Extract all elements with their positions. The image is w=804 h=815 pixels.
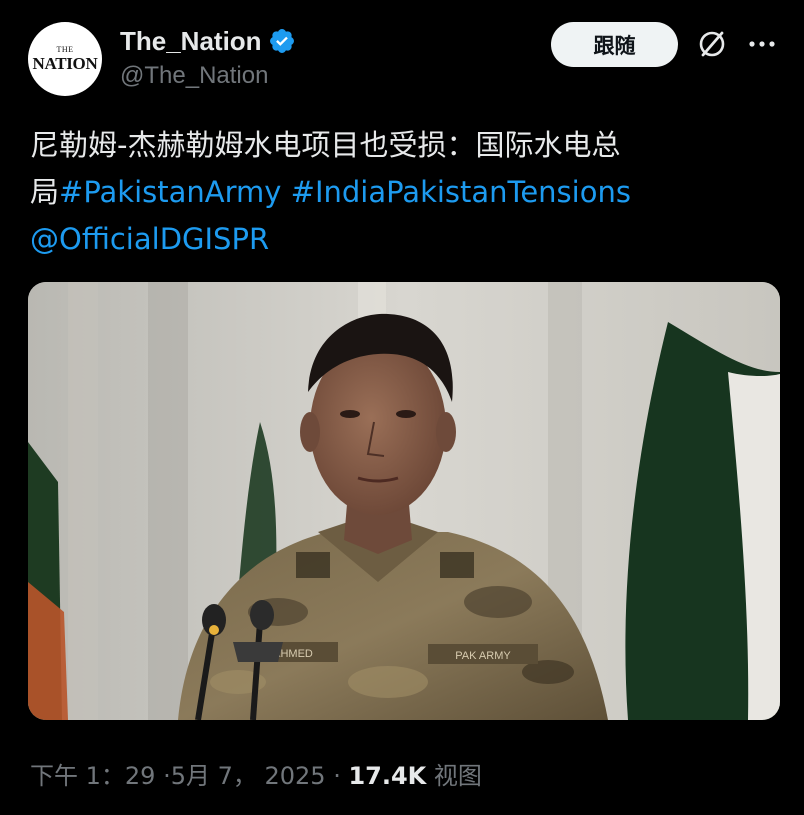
meta-separator: · bbox=[155, 762, 171, 790]
tweet-text-line-1: 尼勒姆-杰赫勒姆水电项目也受损：国际水电总 bbox=[30, 128, 621, 162]
avatar[interactable]: THE NATION bbox=[28, 22, 102, 96]
views-count: 17.4K bbox=[348, 762, 427, 790]
tweet-header: THE NATION The_Nation @The_Nation 跟随 bbox=[0, 0, 804, 110]
name-row: The_Nation bbox=[120, 24, 296, 58]
hashtag-link[interactable]: #IndiaPakistanTensions bbox=[291, 175, 631, 209]
tweet-text-fragment: 局 bbox=[30, 175, 60, 209]
avatar-logo-main: NATION bbox=[32, 53, 98, 73]
tweet-date[interactable]: 5月 7， 2025 bbox=[171, 762, 326, 790]
tweet-text: 尼勒姆-杰赫勒姆水电项目也受损：国际水电总 局#PakistanArmy #In… bbox=[30, 122, 720, 263]
display-name[interactable]: The_Nation bbox=[120, 26, 262, 57]
tweet-time[interactable]: 下午 1：29 bbox=[30, 762, 155, 790]
user-handle[interactable]: @The_Nation bbox=[120, 62, 268, 90]
grok-icon[interactable] bbox=[696, 28, 728, 60]
more-dots-icon[interactable] bbox=[746, 28, 778, 60]
tweet-text-line-2: 局#PakistanArmy #IndiaPakistanTensions bbox=[30, 169, 720, 216]
meta-separator: · bbox=[325, 762, 349, 790]
tweet-meta: 下午 1：29 ·5月 7， 2025 · 17.4K 视图 bbox=[30, 756, 482, 791]
views-label: 视图 bbox=[426, 762, 482, 790]
branch-tape-text: PAK ARMY bbox=[455, 650, 511, 662]
verified-badge-icon bbox=[268, 27, 296, 55]
video-still-image: AHMED PAK ARMY bbox=[28, 282, 780, 720]
tweet-text-line-3: @OfficialDGISPR bbox=[30, 216, 720, 263]
video-media[interactable]: AHMED PAK ARMY bbox=[28, 282, 780, 720]
follow-button[interactable]: 跟随 bbox=[551, 22, 678, 67]
hashtag-link[interactable]: #PakistanArmy bbox=[59, 175, 281, 209]
avatar-logo-top: THE bbox=[56, 44, 74, 54]
mention-link[interactable]: @OfficialDGISPR bbox=[30, 222, 269, 256]
